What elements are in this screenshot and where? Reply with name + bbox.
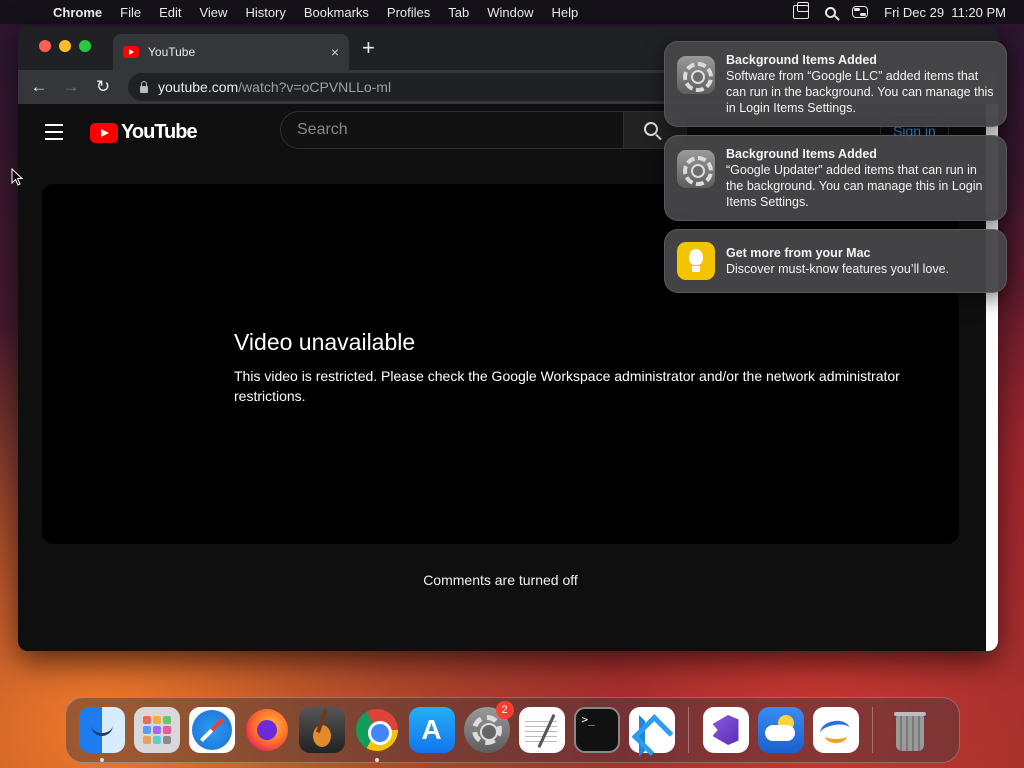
search-placeholder: Search [297, 121, 348, 138]
youtube-logo-text: YouTube [121, 121, 198, 143]
notification-background-items-updater[interactable]: Background Items Added “Google Updater” … [664, 135, 1007, 221]
url-domain: youtube.com [158, 79, 239, 95]
menu-profiles[interactable]: Profiles [378, 5, 439, 20]
vscode-icon[interactable] [628, 707, 675, 757]
lock-icon[interactable] [140, 80, 148, 93]
menu-bookmarks[interactable]: Bookmarks [295, 5, 378, 20]
youtube-logo[interactable]: YouTube [90, 121, 198, 144]
video-unavailable-title: Video unavailable [234, 329, 416, 355]
window-close-button[interactable] [39, 40, 51, 52]
notification-body: Discover must-know features you’ll love. [726, 262, 949, 276]
notification-body: Software from “Google LLC” added items t… [726, 69, 994, 115]
menu-help[interactable]: Help [543, 5, 588, 20]
notification-background-items-google[interactable]: Background Items Added Software from “Go… [664, 41, 1007, 127]
window-minimize-button[interactable] [59, 40, 71, 52]
menu-edit[interactable]: Edit [150, 5, 190, 20]
system-settings-dock-icon[interactable]: 2 [463, 701, 514, 753]
visual-studio-icon[interactable] [702, 707, 749, 753]
screen-mirroring-icon[interactable] [793, 2, 810, 19]
menu-bar: Chrome File Edit View History Bookmarks … [0, 0, 1024, 24]
back-arrow-icon[interactable]: ← [23, 77, 55, 97]
running-indicator [374, 758, 379, 762]
video-restricted-message: This video is restricted. Please check t… [234, 368, 900, 404]
tab-close-icon[interactable]: × [331, 44, 339, 60]
tab-title: YouTube [148, 45, 196, 59]
notification-tips[interactable]: Get more from your Mac Discover must-kno… [664, 229, 1007, 293]
notification-badge: 2 [495, 701, 514, 719]
notification-title: Get more from your Mac [726, 246, 871, 260]
dock: 2 [65, 697, 960, 763]
search-input[interactable]: Search [280, 111, 624, 149]
chrome-icon[interactable] [354, 707, 400, 762]
notification-title: Background Items Added [726, 53, 877, 67]
window-controls [39, 40, 91, 52]
garageband-icon[interactable] [298, 707, 345, 753]
hamburger-menu-icon[interactable] [45, 124, 63, 145]
address-bar[interactable]: youtube.com/watch?v=oCPVNLLo-ml [128, 73, 748, 101]
textedit-icon[interactable] [518, 707, 565, 753]
window-zoom-button[interactable] [79, 40, 91, 52]
safari-icon[interactable] [188, 707, 235, 753]
comments-status: Comments are turned off [423, 572, 578, 588]
youtube-play-logo-icon [90, 122, 118, 143]
freeform-icon[interactable] [812, 707, 859, 753]
reload-icon[interactable]: ↻ [87, 77, 119, 97]
menu-tab[interactable]: Tab [439, 5, 478, 20]
menu-window[interactable]: Window [478, 5, 542, 20]
app-store-icon[interactable] [408, 707, 455, 753]
dock-separator [872, 707, 873, 753]
menu-file[interactable]: File [111, 5, 150, 20]
search-icon [644, 122, 658, 136]
terminal-icon[interactable] [573, 707, 620, 753]
spotlight-search-icon[interactable] [825, 6, 837, 18]
menubar-clock[interactable]: Fri Dec 29 11:20 PM [884, 5, 1006, 20]
weather-icon[interactable] [757, 707, 804, 753]
tab-youtube[interactable]: YouTube × [113, 34, 349, 70]
new-tab-button[interactable]: + [362, 36, 375, 60]
menu-app-name[interactable]: Chrome [44, 5, 111, 20]
youtube-favicon-icon [123, 46, 139, 58]
system-settings-icon [677, 56, 715, 94]
notification-body: “Google Updater” added items that can ru… [726, 163, 983, 209]
finder-icon[interactable] [78, 707, 125, 762]
url-path: /watch?v=oCPVNLLo-ml [238, 79, 392, 95]
notification-title: Background Items Added [726, 147, 877, 161]
menu-history[interactable]: History [236, 5, 294, 20]
trash-icon[interactable] [887, 707, 933, 753]
launchpad-icon[interactable] [133, 707, 180, 753]
system-settings-icon [677, 150, 715, 188]
tips-icon [677, 242, 715, 280]
menu-view[interactable]: View [190, 5, 236, 20]
control-center-icon[interactable] [852, 6, 869, 18]
running-indicator [99, 758, 104, 762]
dock-separator [688, 707, 689, 753]
firefox-icon[interactable] [244, 707, 290, 753]
forward-arrow-icon[interactable]: → [55, 77, 87, 97]
